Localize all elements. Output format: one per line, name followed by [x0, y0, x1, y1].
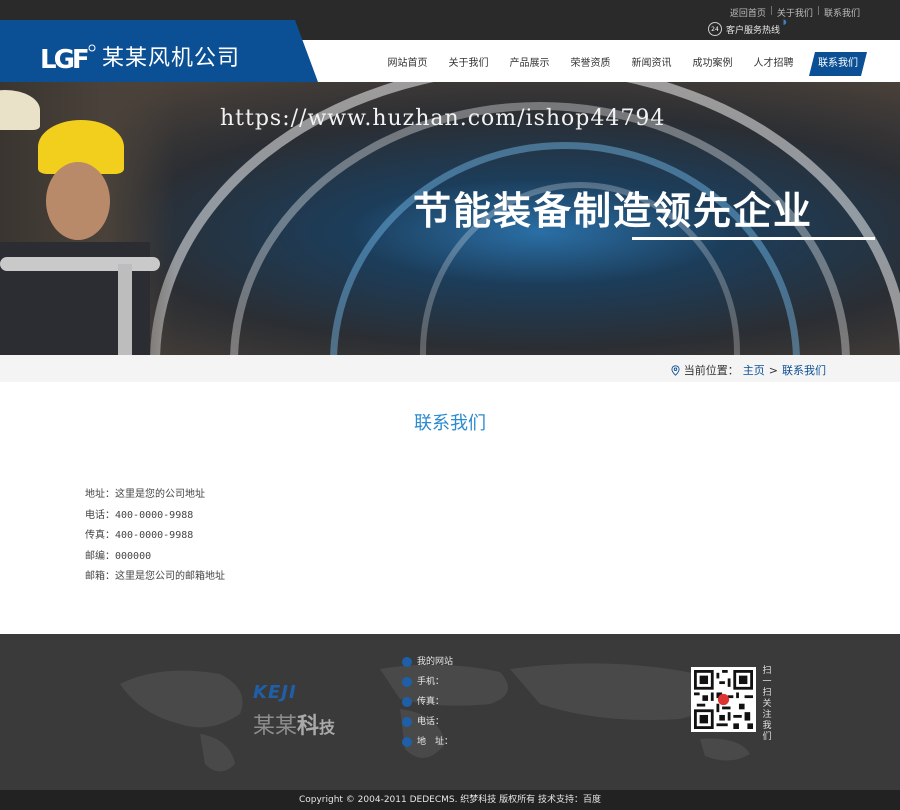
- railing: [0, 257, 160, 271]
- contact-label: 电话：: [85, 509, 115, 521]
- divider: |: [769, 6, 773, 16]
- footer-info-text: 传真：: [417, 697, 445, 707]
- phone-icon: [402, 717, 412, 727]
- svg-text:LGF: LGF: [40, 45, 88, 75]
- footer-brand-cn-a: 某某: [253, 714, 298, 739]
- top-links: 返回首页 | 关于我们 | 联系我们: [730, 6, 860, 19]
- qr-code: [691, 667, 756, 732]
- logo[interactable]: LGF: [40, 40, 98, 76]
- hotline-label: 客户服务热线: [726, 25, 781, 36]
- footer-info-mobile: 手机：: [402, 672, 453, 692]
- nav-jobs[interactable]: 人才招聘: [743, 52, 804, 76]
- top-link-contact[interactable]: 联系我们: [824, 6, 860, 19]
- footer-info-text: 手机：: [417, 677, 445, 687]
- page-title: 联系我们: [414, 413, 486, 434]
- contact-label: 邮编：: [85, 550, 115, 562]
- contact-info: 地址： 这里是您的公司地址 电话： 400-0000-9988 传真： 400-…: [85, 485, 225, 588]
- breadcrumb-home[interactable]: 主页: [743, 362, 765, 378]
- copyright: Copyright © 2004-2011 DEDECMS. 织梦科技 版权所有…: [0, 790, 900, 810]
- nav-honors[interactable]: 荣誉资质: [560, 52, 621, 76]
- company-name: 某某风机公司: [102, 46, 241, 71]
- footer-brand-en: KEJI: [253, 682, 297, 703]
- slogan-underline: [632, 237, 875, 240]
- breadcrumb-separator: >: [768, 363, 778, 377]
- main-nav: 网站首页 关于我们 产品展示 荣誉资质 新闻资讯 成功案例 人才招聘 联系我们: [377, 52, 867, 76]
- banner-slogan: 节能装备制造领先企业: [413, 189, 814, 233]
- nav-products[interactable]: 产品展示: [499, 52, 560, 76]
- footer-info: 我的网站 手机： 传真： 电话： 地 址：: [402, 652, 453, 752]
- scan-follow-text: 扫一扫关注我们: [762, 666, 772, 742]
- footer-info-text: 地 址：: [417, 737, 454, 747]
- footer-info-fax: 传真：: [402, 692, 453, 712]
- footer-brand-cn: 某某科技: [253, 708, 335, 740]
- contact-label: 传真：: [85, 530, 115, 541]
- contact-value: 这里是您公司的邮箱地址: [115, 571, 225, 582]
- divider: |: [816, 6, 820, 16]
- location-pin-icon: [671, 364, 680, 376]
- worker-face: [46, 162, 110, 240]
- contact-label: 地址：: [85, 489, 115, 500]
- breadcrumb-bar: 当前位置： 主页 > 联系我们: [0, 355, 900, 382]
- contact-value: 400-0000-9988: [115, 509, 194, 521]
- contact-email: 邮箱： 这里是您公司的邮箱地址: [85, 567, 225, 588]
- logo-icon: LGF: [40, 44, 96, 75]
- nav-contact[interactable]: 联系我们: [809, 52, 867, 76]
- contact-fax: 传真： 400-0000-9988: [85, 526, 225, 547]
- nav-about[interactable]: 关于我们: [438, 52, 499, 76]
- globe-icon: [402, 657, 412, 667]
- breadcrumb-current[interactable]: 联系我们: [782, 362, 826, 378]
- nav-news[interactable]: 新闻资讯: [621, 52, 682, 76]
- contact-zip: 邮编： 000000: [85, 547, 225, 568]
- footer-info-text: 我的网站: [417, 657, 454, 667]
- nav-cases[interactable]: 成功案例: [682, 52, 743, 76]
- contact-address: 地址： 这里是您的公司地址: [85, 485, 225, 506]
- top-link-home[interactable]: 返回首页: [730, 6, 766, 19]
- hotline: 24 客户服务热线 ◗: [708, 18, 787, 36]
- footer-brand-cn-c: 技: [319, 718, 336, 737]
- footer-info-text: 电话：: [417, 717, 445, 727]
- footer-info-phone: 电话：: [402, 712, 453, 732]
- railing-post: [118, 264, 132, 355]
- contact-value: 这里是您的公司地址: [115, 489, 205, 500]
- watermark-url: https://www.huzhan.com/ishop44794: [220, 106, 666, 131]
- breadcrumb: 当前位置： 主页 > 联系我们: [671, 362, 826, 378]
- contact-phone: 电话： 400-0000-9988: [85, 506, 225, 527]
- contact-value: 000000: [115, 550, 152, 562]
- 24h-icon: 24: [708, 22, 722, 36]
- footer-brand-cn-b: 科: [297, 714, 320, 739]
- qr-code-icon: [694, 670, 753, 729]
- nav-home[interactable]: 网站首页: [377, 52, 438, 76]
- contact-value: 400-0000-9988: [115, 530, 194, 541]
- footer-info-site: 我的网站: [402, 652, 453, 672]
- location-icon: [402, 737, 412, 747]
- fax-icon: [402, 697, 412, 707]
- signal-icon: ◗: [783, 18, 787, 26]
- contact-label: 邮箱：: [85, 571, 115, 582]
- mobile-icon: [402, 677, 412, 687]
- footer-info-address: 地 址：: [402, 732, 453, 752]
- breadcrumb-label: 当前位置：: [683, 364, 739, 377]
- banner: https://www.huzhan.com/ishop44794 节能装备制造…: [0, 82, 900, 355]
